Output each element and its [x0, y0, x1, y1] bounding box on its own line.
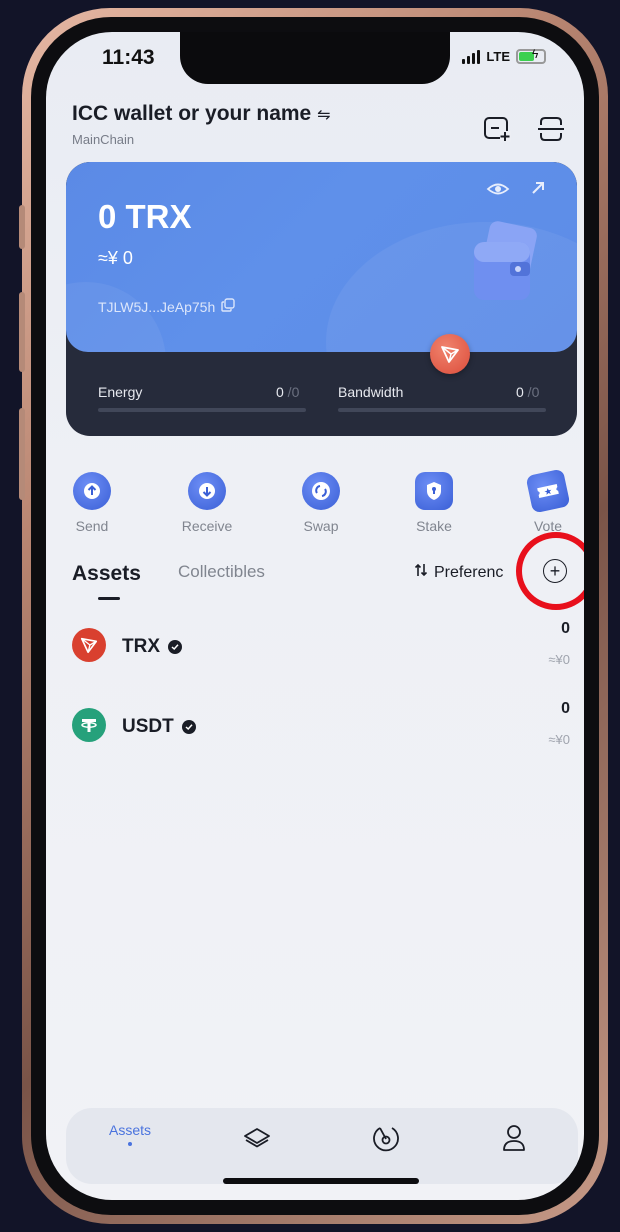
- token-amount: 0: [561, 620, 570, 637]
- bandwidth-amount: 0: [516, 384, 524, 400]
- compass-icon: [371, 1127, 401, 1158]
- preferences-button[interactable]: Preferenc: [414, 562, 503, 583]
- status-time: 11:43: [102, 46, 155, 69]
- highlight-circle: [516, 532, 584, 610]
- verified-icon: [168, 640, 182, 654]
- token-name: USDT: [122, 716, 196, 738]
- shield-icon: [415, 472, 453, 510]
- swap-button[interactable]: Swap: [281, 472, 361, 534]
- token-name: TRX: [122, 636, 182, 658]
- trx-logo-icon: [72, 628, 106, 662]
- nav-active-dot: [128, 1142, 132, 1146]
- eye-icon[interactable]: [486, 180, 510, 203]
- tab-collectibles[interactable]: Collectibles: [178, 562, 265, 582]
- trx-badge-icon: [430, 334, 470, 374]
- nav-discover[interactable]: [356, 1124, 416, 1159]
- nav-layers[interactable]: [227, 1126, 287, 1155]
- receive-label: Receive: [181, 518, 233, 534]
- verified-icon: [181, 720, 196, 734]
- nav-assets-label: Assets: [108, 1122, 151, 1138]
- token-row-trx[interactable]: TRX 0 ≈¥0: [46, 608, 584, 688]
- vote-button[interactable]: Vote: [508, 468, 584, 534]
- volume-down-button: [19, 408, 25, 500]
- notch: [180, 32, 450, 84]
- energy-value: 0 /0: [276, 384, 299, 400]
- mute-switch: [19, 205, 25, 249]
- battery-icon: ϟ: [516, 48, 546, 64]
- user-icon: [500, 1125, 528, 1158]
- energy-max: /0: [283, 384, 300, 400]
- stake-label: Stake: [416, 518, 452, 534]
- token-symbol: USDT: [122, 716, 174, 737]
- wallet-name-label: ICC wallet or your name: [72, 102, 312, 125]
- network-label: LTE: [486, 48, 510, 64]
- ticket-icon: [525, 468, 571, 514]
- receive-button[interactable]: Receive: [167, 472, 247, 534]
- energy-amount: 0: [276, 384, 284, 400]
- chain-name: MainChain: [72, 132, 135, 147]
- token-amount: 0: [561, 700, 570, 717]
- wallet-switch-icon[interactable]: ⇋: [317, 107, 330, 124]
- stake-button[interactable]: Stake: [394, 472, 474, 534]
- home-indicator[interactable]: [223, 1178, 419, 1184]
- scan-icon[interactable]: [536, 114, 566, 144]
- tab-assets[interactable]: Assets: [72, 562, 141, 586]
- bandwidth-max: /0: [523, 384, 540, 400]
- arrow-up-icon: [73, 472, 111, 510]
- signal-icon: [462, 48, 481, 64]
- token-symbol: TRX: [122, 636, 160, 657]
- energy-label: Energy: [98, 384, 143, 400]
- arrow-down-icon: [188, 472, 226, 510]
- usdt-logo-icon: [72, 708, 106, 742]
- wallet-illustration-icon: [466, 218, 546, 313]
- token-fiat: ≈¥0: [548, 652, 570, 667]
- token-fiat: ≈¥0: [548, 732, 570, 747]
- wallet-name[interactable]: ICC wallet or your name ⇋: [72, 102, 330, 126]
- status-indicators: LTE ϟ: [462, 48, 546, 64]
- expand-arrow-icon[interactable]: [530, 180, 546, 201]
- bandwidth-bar: [338, 408, 546, 412]
- balance-amount: 0 TRX: [98, 198, 192, 235]
- sort-icon: [414, 562, 428, 583]
- add-wallet-icon[interactable]: [482, 114, 512, 144]
- nav-assets[interactable]: Assets: [100, 1122, 160, 1146]
- preferences-label: Preferenc: [434, 563, 504, 581]
- balance-card[interactable]: 0 TRX ≈¥ 0 TJLW5J...JeAp75h Energy 0 /0 …: [66, 162, 577, 436]
- send-button[interactable]: Send: [52, 472, 132, 534]
- energy-bar: [98, 408, 306, 412]
- tab-assets-underline: [98, 597, 120, 600]
- balance-card-top: 0 TRX ≈¥ 0 TJLW5J...JeAp75h: [66, 162, 577, 352]
- send-label: Send: [75, 518, 109, 534]
- copy-icon[interactable]: [221, 298, 235, 315]
- vote-label: Vote: [533, 518, 563, 534]
- token-row-usdt[interactable]: USDT 0 ≈¥0: [46, 688, 584, 768]
- swap-icon: [302, 472, 340, 510]
- wallet-address-text: TJLW5J...JeAp75h: [98, 298, 216, 315]
- wallet-address[interactable]: TJLW5J...JeAp75h: [98, 298, 235, 315]
- phone-screen: 11:43 LTE ϟ ICC wallet or your name ⇋ Ma…: [46, 32, 584, 1200]
- balance-fiat: ≈¥ 0: [98, 248, 133, 268]
- bandwidth-label: Bandwidth: [338, 384, 404, 400]
- bandwidth-value: 0 /0: [516, 384, 539, 400]
- swap-label: Swap: [303, 518, 339, 534]
- layers-icon: [242, 1128, 272, 1154]
- volume-up-button: [19, 292, 25, 372]
- nav-profile[interactable]: [484, 1122, 544, 1159]
